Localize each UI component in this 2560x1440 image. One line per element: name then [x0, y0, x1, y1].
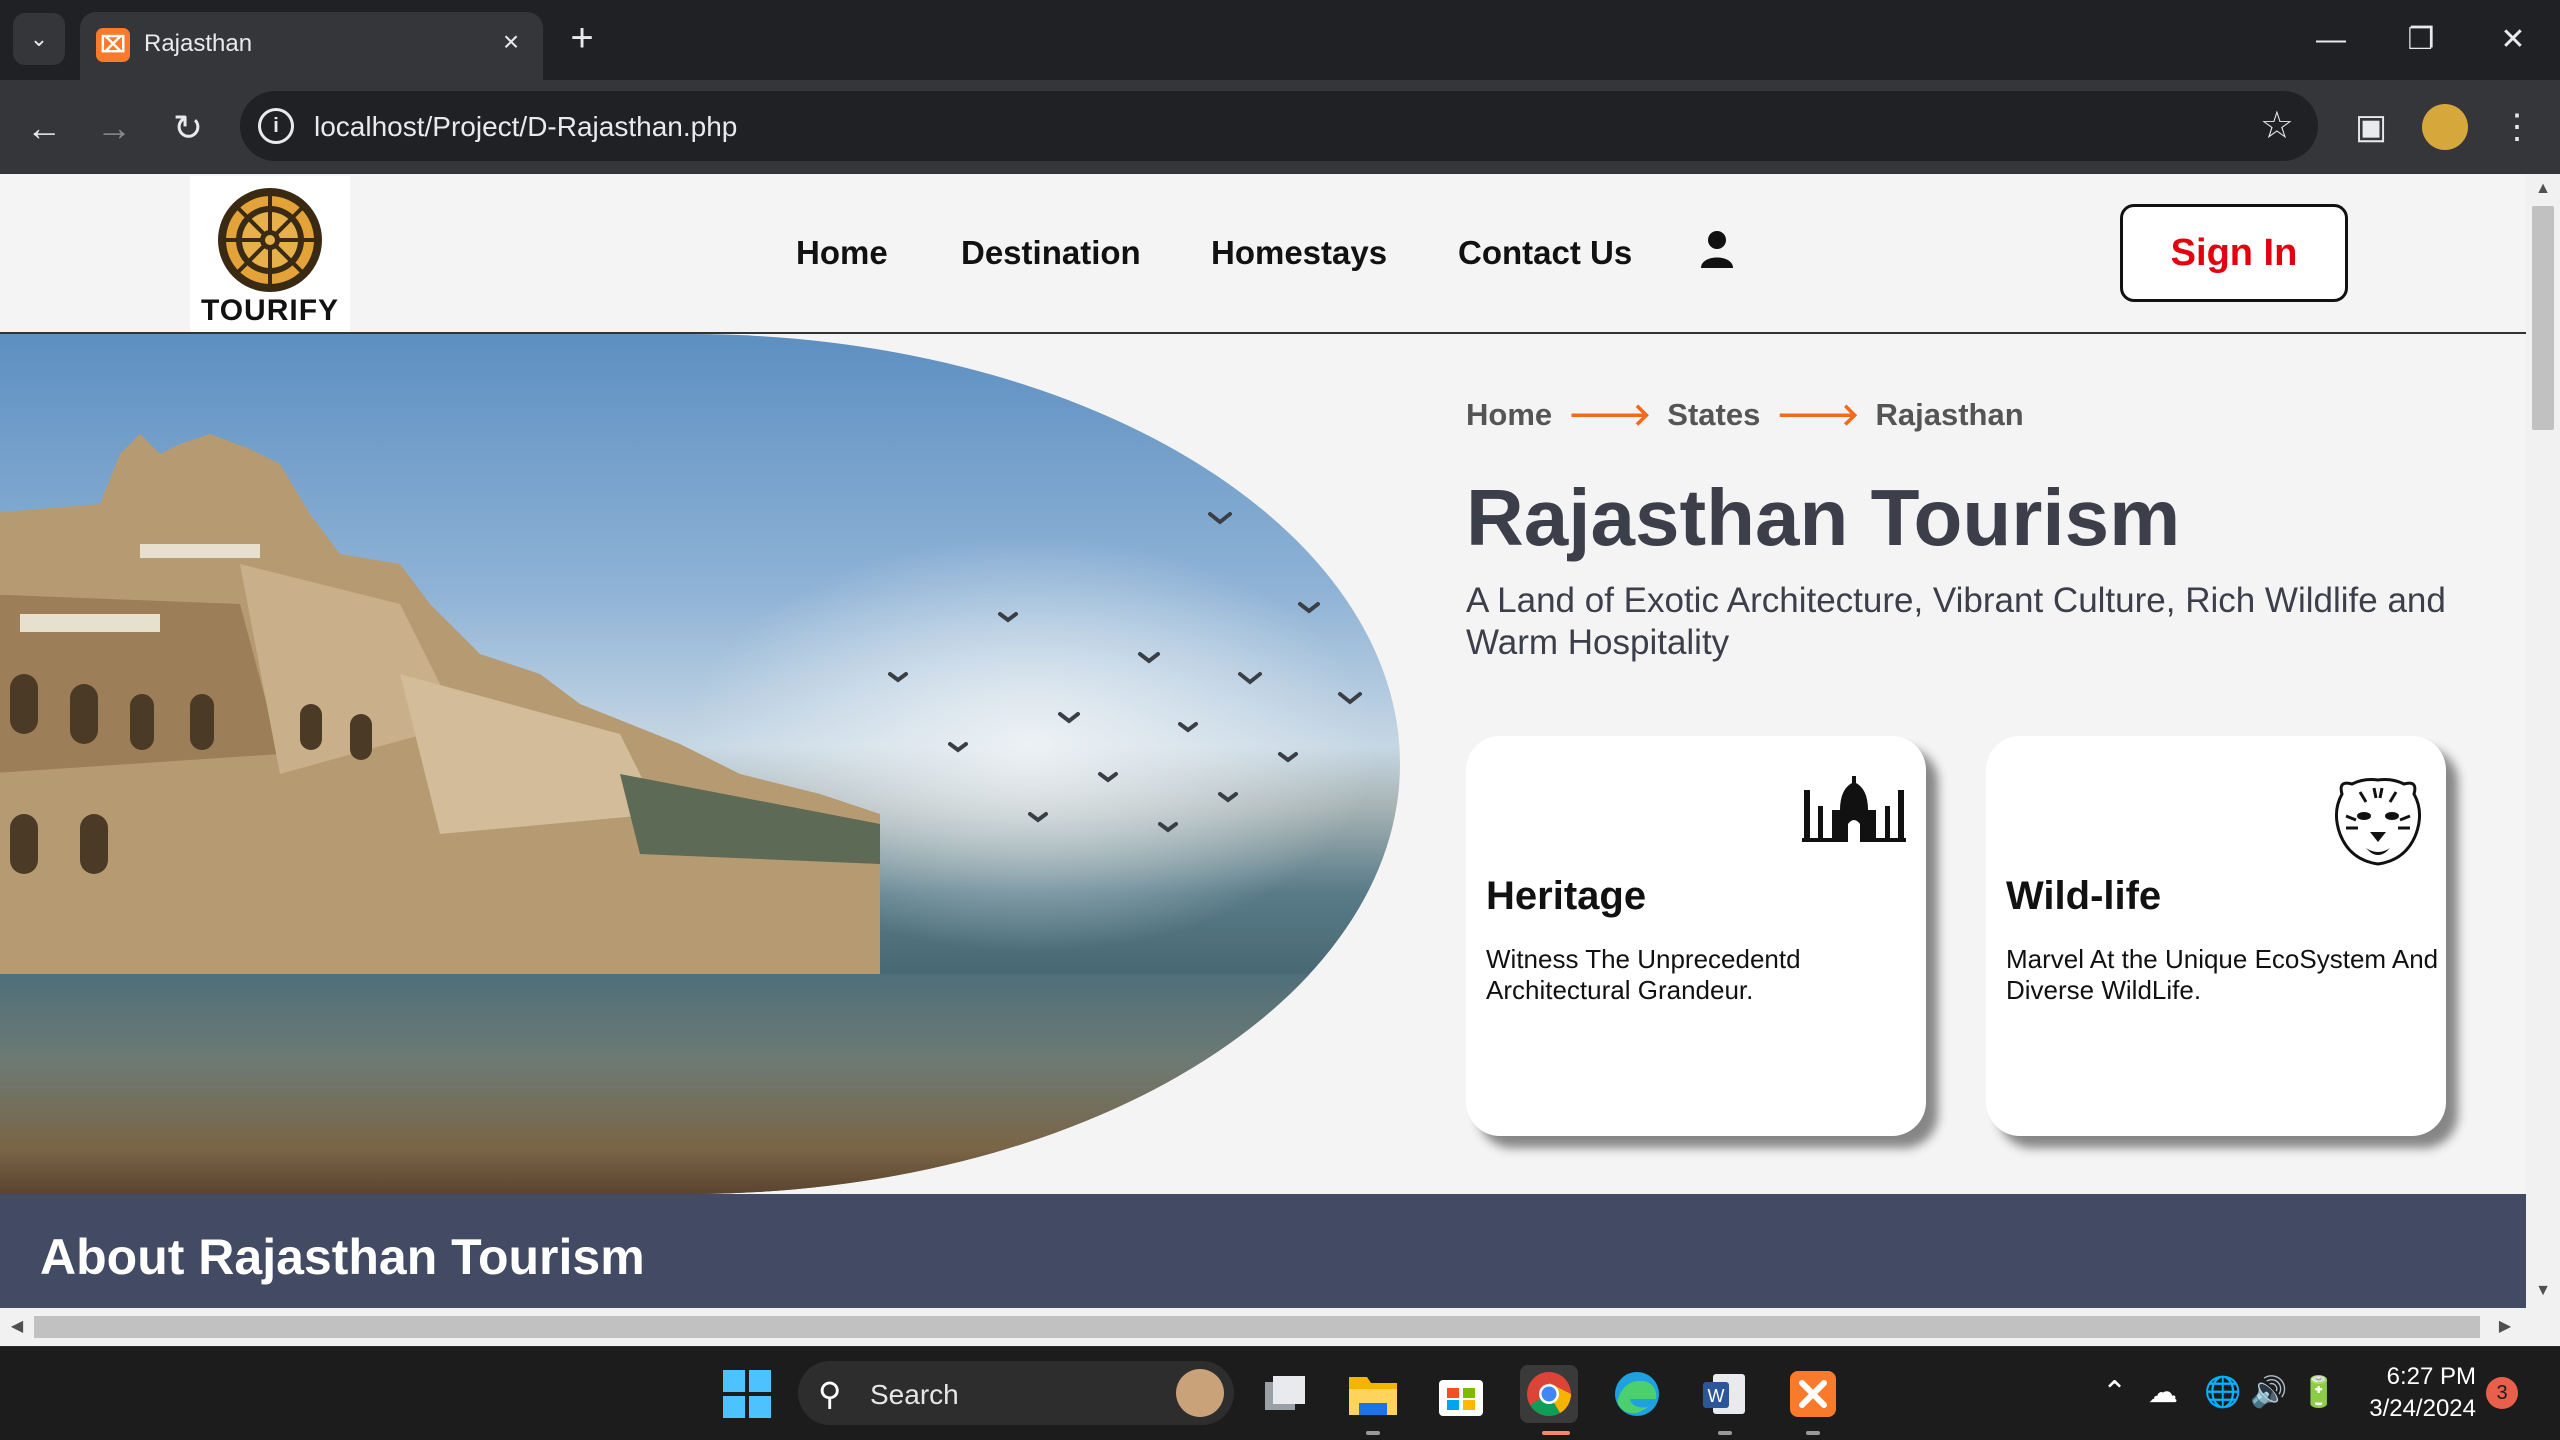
- file-explorer-icon[interactable]: [1344, 1365, 1402, 1423]
- wildlife-card[interactable]: Wild-life Marvel At the Unique EcoSystem…: [1986, 736, 2446, 1136]
- forward-button[interactable]: →: [92, 106, 136, 150]
- globe-icon[interactable]: 🌐: [2204, 1375, 2241, 1410]
- chevron-down-icon: ⌄: [29, 26, 49, 51]
- heritage-card[interactable]: Heritage Witness The Unprecedentd Archit…: [1466, 736, 1926, 1136]
- card-text: Witness The Unprecedentd Architectural G…: [1486, 944, 1801, 1005]
- clock-time: 6:27 PM: [2386, 1363, 2476, 1390]
- arrow-right-icon: 🡒: [1776, 397, 1860, 432]
- profile-avatar[interactable]: [2422, 104, 2468, 150]
- volume-icon[interactable]: 🔊: [2250, 1375, 2287, 1410]
- search-icon: ⚲: [818, 1376, 842, 1412]
- clock-date: 3/24/2024: [2369, 1395, 2476, 1422]
- bookmark-star-icon[interactable]: ☆: [2260, 103, 2294, 148]
- restore-button[interactable]: ❐: [2386, 10, 2456, 70]
- battery-icon[interactable]: 🔋: [2300, 1375, 2337, 1410]
- search-highlight-image: [1176, 1369, 1224, 1417]
- breadcrumb-home[interactable]: Home: [1466, 397, 1552, 432]
- windows-start-icon[interactable]: [718, 1365, 776, 1423]
- new-tab-button[interactable]: +: [560, 18, 604, 62]
- nav-destination[interactable]: Destination: [961, 234, 1141, 272]
- close-window-button[interactable]: ✕: [2478, 10, 2548, 70]
- vertical-scroll-thumb[interactable]: [2532, 206, 2554, 430]
- notification-badge[interactable]: 3: [2486, 1377, 2518, 1409]
- hero-image: [0, 334, 1400, 1194]
- birds-illustration: [888, 512, 1362, 833]
- card-title: Heritage: [1486, 874, 1647, 918]
- taskbar-search[interactable]: ⚲ Search: [798, 1361, 1234, 1425]
- microsoft-store-icon[interactable]: [1432, 1365, 1490, 1423]
- about-section: About Rajasthan Tourism: [0, 1194, 2526, 1308]
- task-view-icon[interactable]: [1256, 1365, 1314, 1423]
- page-viewport: TOURIFY Home Destination Homestays Conta…: [0, 174, 2526, 1308]
- browser-tab-active[interactable]: ⌧ Rajasthan ×: [80, 12, 543, 80]
- scroll-right-icon[interactable]: ▶: [2494, 1316, 2516, 1338]
- url-text: localhost/Project/D-Rajasthan.php: [314, 111, 738, 142]
- chevron-up-icon[interactable]: ⌃: [2102, 1375, 2127, 1410]
- breadcrumb-current: Rajasthan: [1875, 397, 2024, 432]
- nav-homestays[interactable]: Homestays: [1211, 234, 1387, 272]
- scroll-down-icon[interactable]: ▼: [2532, 1282, 2554, 1302]
- sign-in-button[interactable]: Sign In: [2120, 204, 2348, 302]
- site-logo[interactable]: TOURIFY: [190, 176, 350, 332]
- windows-taskbar: ⚲ Search W ⌃ ☁ 🌐 🔊 🔋 6:27 PM 3/24/2024 3: [0, 1346, 2560, 1440]
- site-info-icon[interactable]: i: [258, 108, 294, 144]
- lake-palace-illustration: [0, 434, 880, 994]
- nav-contact-us[interactable]: Contact Us: [1458, 234, 1632, 272]
- xampp-favicon-icon: ⌧: [96, 28, 130, 62]
- running-indicator: [1366, 1431, 1380, 1435]
- browser-tabstrip: ⌄ ⌧ Rajasthan × + — ❐ ✕: [0, 0, 2560, 80]
- reload-button[interactable]: ↻: [166, 106, 210, 150]
- nav-home[interactable]: Home: [796, 234, 888, 272]
- card-title: Wild-life: [2006, 874, 2162, 918]
- search-label: Search: [870, 1379, 959, 1410]
- card-text: Marvel At the Unique EcoSystem And Diver…: [2006, 944, 2439, 1005]
- site-header: TOURIFY Home Destination Homestays Conta…: [0, 174, 2526, 334]
- word-icon[interactable]: W: [1696, 1365, 1754, 1423]
- arrow-right-icon: 🡒: [1568, 397, 1652, 432]
- taj-mahal-icon: [1802, 776, 1906, 842]
- svg-text:W: W: [1708, 1386, 1725, 1406]
- address-bar[interactable]: i localhost/Project/D-Rajasthan.php ☆: [240, 91, 2318, 161]
- scroll-up-icon[interactable]: ▲: [2532, 180, 2554, 200]
- system-clock[interactable]: 6:27 PM 3/24/2024: [2356, 1361, 2476, 1425]
- running-indicator: [1718, 1431, 1732, 1435]
- vertical-scrollbar[interactable]: ▲ ▼: [2526, 174, 2560, 1308]
- chrome-icon[interactable]: [1520, 1365, 1578, 1423]
- horizontal-scroll-thumb[interactable]: [34, 1316, 2480, 1338]
- edge-icon[interactable]: [1608, 1365, 1666, 1423]
- page-subtitle: A Land of Exotic Architecture, Vibrant C…: [1466, 581, 2446, 662]
- onedrive-icon[interactable]: ☁: [2148, 1375, 2178, 1410]
- menu-kebab-icon[interactable]: ⋮: [2494, 104, 2540, 150]
- breadcrumb-states[interactable]: States: [1667, 397, 1760, 432]
- back-button[interactable]: ←: [22, 106, 66, 150]
- about-title: About Rajasthan Tourism: [40, 1229, 645, 1285]
- page-title: Rajasthan Tourism: [1466, 473, 2181, 562]
- breadcrumb: Home 🡒 States 🡒 Rajasthan: [1466, 396, 2024, 433]
- xampp-icon[interactable]: [1784, 1365, 1842, 1423]
- tab-title: Rajasthan: [144, 30, 253, 57]
- tiger-icon: [2335, 778, 2421, 866]
- minimize-button[interactable]: —: [2296, 10, 2366, 70]
- compass-wheel-icon: [218, 188, 322, 292]
- browser-toolbar: ← → ↻ i localhost/Project/D-Rajasthan.ph…: [0, 80, 2560, 174]
- active-indicator: [1542, 1431, 1570, 1435]
- user-icon[interactable]: [1700, 230, 1734, 268]
- horizontal-scrollbar[interactable]: ◀ ▶: [0, 1308, 2560, 1346]
- tab-search-button[interactable]: ⌄: [13, 13, 65, 65]
- scroll-left-icon[interactable]: ◀: [6, 1316, 28, 1338]
- logo-text: TOURIFY: [200, 294, 340, 327]
- side-panel-icon[interactable]: ▣: [2348, 104, 2394, 150]
- running-indicator: [1806, 1431, 1820, 1435]
- tab-close-icon[interactable]: ×: [495, 26, 527, 58]
